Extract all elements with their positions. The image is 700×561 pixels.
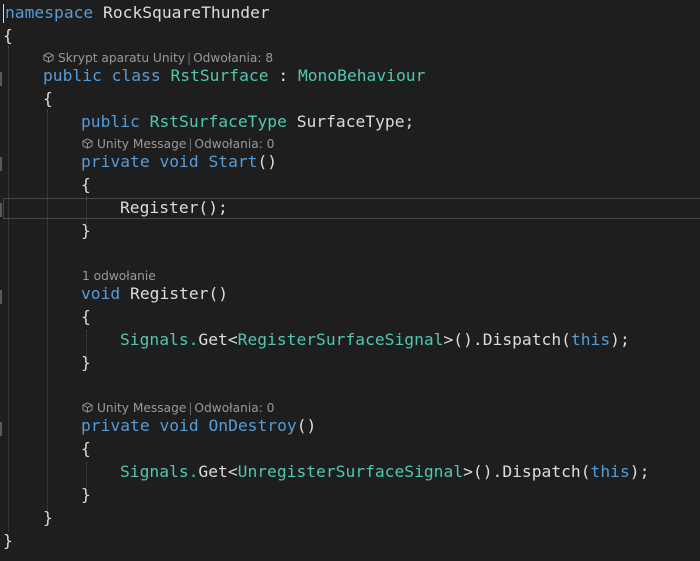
- brace: }: [43, 508, 53, 527]
- codelens-references[interactable]: Odwołania: 0: [194, 401, 274, 415]
- codelens-references[interactable]: Odwołania: 0: [194, 137, 274, 151]
- gutter-change-mark: [0, 422, 2, 436]
- current-line-highlight: [3, 198, 700, 219]
- keyword-void: void: [159, 416, 199, 435]
- codelens-unity-message[interactable]: Unity Message: [97, 401, 186, 415]
- unity-cube-icon: [82, 138, 93, 149]
- unity-cube-icon: [82, 402, 93, 413]
- codelens-references[interactable]: Odwołania: 8: [193, 51, 273, 65]
- code-line-ondestroy-body[interactable]: Signals.Get<UnregisterSurfaceSignal>().D…: [120, 461, 649, 483]
- keyword-this: this: [590, 462, 630, 481]
- statement-end: );: [610, 330, 630, 349]
- code-line-start-declaration[interactable]: private void Start(): [81, 151, 277, 173]
- keyword-private: private: [81, 152, 150, 171]
- code-line-start-open[interactable]: {: [81, 174, 91, 196]
- method-name-register: Register: [130, 284, 209, 303]
- brace: }: [81, 485, 91, 504]
- gutter-change-mark: [0, 157, 2, 171]
- gutter-change-mark: [0, 203, 2, 217]
- method-name-start: Start: [208, 152, 258, 171]
- code-line-namespace[interactable]: namespace RockSquareThunder: [5, 2, 270, 24]
- code-line-close-class[interactable]: }: [43, 507, 53, 529]
- text-caret: [3, 4, 4, 23]
- indent-guide: [8, 46, 9, 532]
- signal-type: UnregisterSurfaceSignal: [237, 462, 464, 481]
- namespace-name: RockSquareThunder: [103, 3, 270, 22]
- code-line-open-class[interactable]: {: [43, 88, 53, 110]
- gutter-change-mark: [0, 290, 2, 304]
- method-name-ondestroy: OnDestroy: [208, 416, 297, 435]
- get-call: Get<: [198, 330, 238, 349]
- code-line-class-declaration[interactable]: public class RstSurface : MonoBehaviour: [43, 65, 425, 87]
- parens: (): [208, 284, 229, 303]
- keyword-namespace: namespace: [5, 3, 94, 22]
- parens: (): [296, 416, 317, 435]
- parens: (): [257, 152, 278, 171]
- codelens-start[interactable]: Unity Message | Odwołania: 0: [82, 136, 274, 152]
- code-line-ondestroy-open[interactable]: {: [81, 438, 91, 460]
- keyword-this: this: [570, 330, 611, 349]
- code-line-register-declaration[interactable]: void Register(): [81, 283, 228, 305]
- codelens-ondestroy[interactable]: Unity Message | Odwołania: 0: [82, 400, 274, 416]
- statement-end: );: [629, 462, 650, 481]
- call-chain: >().: [463, 462, 503, 481]
- dispatch-call: Dispatch(: [502, 462, 591, 481]
- get-call: Get<: [198, 462, 238, 481]
- brace: {: [81, 439, 91, 458]
- codelens-separator: |: [186, 51, 192, 65]
- codelens-register[interactable]: 1 odwołanie: [82, 268, 156, 284]
- keyword-public: public: [81, 112, 140, 131]
- brace: }: [81, 221, 91, 240]
- dispatch-call: Dispatch(: [482, 330, 571, 349]
- keyword-class: class: [111, 66, 161, 85]
- code-line-field[interactable]: public RstSurfaceType SurfaceType;: [81, 111, 414, 133]
- base-class-name: MonoBehaviour: [297, 66, 426, 85]
- brace: }: [3, 531, 13, 550]
- indent-guide: [47, 110, 48, 510]
- brace: }: [81, 353, 91, 372]
- keyword-private: private: [81, 416, 150, 435]
- codelens-references[interactable]: 1 odwołanie: [82, 269, 156, 283]
- code-line-register-open[interactable]: {: [81, 306, 91, 328]
- brace: {: [3, 26, 13, 45]
- brace: {: [43, 89, 53, 108]
- codelens-class[interactable]: Skrypt aparatu Unity | Odwołania: 8: [43, 50, 273, 66]
- signal-type: RegisterSurfaceSignal: [237, 330, 444, 349]
- signals-class: Signals.: [120, 462, 199, 481]
- keyword-public: public: [43, 66, 102, 85]
- brace: {: [81, 175, 91, 194]
- code-line-close-namespace[interactable]: }: [3, 530, 13, 552]
- codelens-unity-message[interactable]: Unity Message: [97, 137, 186, 151]
- keyword-void: void: [159, 152, 199, 171]
- brace: {: [81, 307, 91, 326]
- class-name: RstSurface: [170, 66, 269, 85]
- code-editor[interactable]: namespace RockSquareThunder { Skrypt apa…: [0, 0, 700, 561]
- colon: :: [278, 66, 289, 85]
- gutter-change-mark: [0, 72, 2, 86]
- code-line-open-namespace[interactable]: {: [3, 25, 13, 47]
- method-call-register: Register();: [120, 198, 228, 217]
- field-name: SurfaceType;: [296, 112, 415, 131]
- code-line-register-body[interactable]: Signals.Get<RegisterSurfaceSignal>().Dis…: [120, 329, 630, 351]
- code-line-register-close[interactable]: }: [81, 352, 91, 374]
- keyword-void: void: [81, 284, 121, 303]
- code-line-start-close[interactable]: }: [81, 220, 91, 242]
- codelens-script-label[interactable]: Skrypt aparatu Unity: [58, 51, 185, 65]
- code-line-ondestroy-declaration[interactable]: private void OnDestroy(): [81, 415, 316, 437]
- signals-class: Signals.: [120, 330, 199, 349]
- call-chain: >().: [443, 330, 483, 349]
- field-type: RstSurfaceType: [149, 112, 287, 131]
- unity-cube-icon: [43, 52, 54, 63]
- code-line-ondestroy-close[interactable]: }: [81, 484, 91, 506]
- code-line-start-body[interactable]: Register();: [120, 197, 228, 219]
